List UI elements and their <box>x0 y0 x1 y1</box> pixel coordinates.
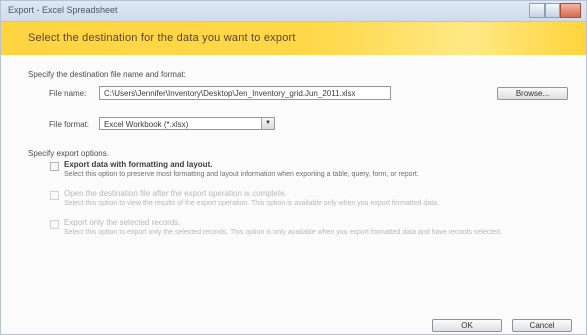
file-format-select[interactable]: Excel Workbook (*.xlsx) ▼ <box>99 117 275 130</box>
window-controls <box>529 3 581 18</box>
file-name-label: File name: <box>49 89 87 98</box>
export-selected-records-description: Select this option to export only the se… <box>64 229 503 236</box>
export-formatting-checkbox[interactable] <box>50 162 59 171</box>
ok-button[interactable]: OK <box>432 319 502 332</box>
dialog-content: Specify the destination file name and fo… <box>1 55 586 334</box>
file-format-value: Excel Workbook (*.xlsx) <box>104 120 189 129</box>
browse-button[interactable]: Browse... <box>497 87 568 100</box>
cancel-button[interactable]: Cancel <box>512 319 572 332</box>
export-formatting-title: Export data with formatting and layout. <box>64 160 213 169</box>
window-title: Export - Excel Spreadsheet <box>8 5 118 15</box>
close-button[interactable] <box>560 3 581 18</box>
export-excel-dialog: Export - Excel Spreadsheet Select the de… <box>0 0 587 335</box>
open-after-export-title: Open the destination file after the expo… <box>64 189 287 198</box>
open-after-export-description: Select this option to view the results o… <box>64 200 439 207</box>
open-after-export-checkbox[interactable] <box>50 191 59 200</box>
export-selected-records-title: Export only the selected records. <box>64 218 181 227</box>
export-formatting-description: Select this option to preserve most form… <box>64 171 419 178</box>
export-selected-records-checkbox[interactable] <box>50 220 59 229</box>
title-bar: Export - Excel Spreadsheet <box>1 1 586 22</box>
chevron-down-icon[interactable]: ▼ <box>261 118 274 129</box>
export-options-label: Specify export options. <box>28 149 109 158</box>
banner-title: Select the destination for the data you … <box>28 32 296 44</box>
header-banner: Select the destination for the data you … <box>1 22 586 55</box>
destination-section-label: Specify the destination file name and fo… <box>28 70 186 79</box>
file-name-input[interactable]: C:\Users\Jennifer\Inventory\Desktop\Jen_… <box>99 86 391 100</box>
minimize-button[interactable] <box>529 3 545 18</box>
maximize-button[interactable] <box>544 3 561 18</box>
file-format-label: File format: <box>49 120 90 129</box>
